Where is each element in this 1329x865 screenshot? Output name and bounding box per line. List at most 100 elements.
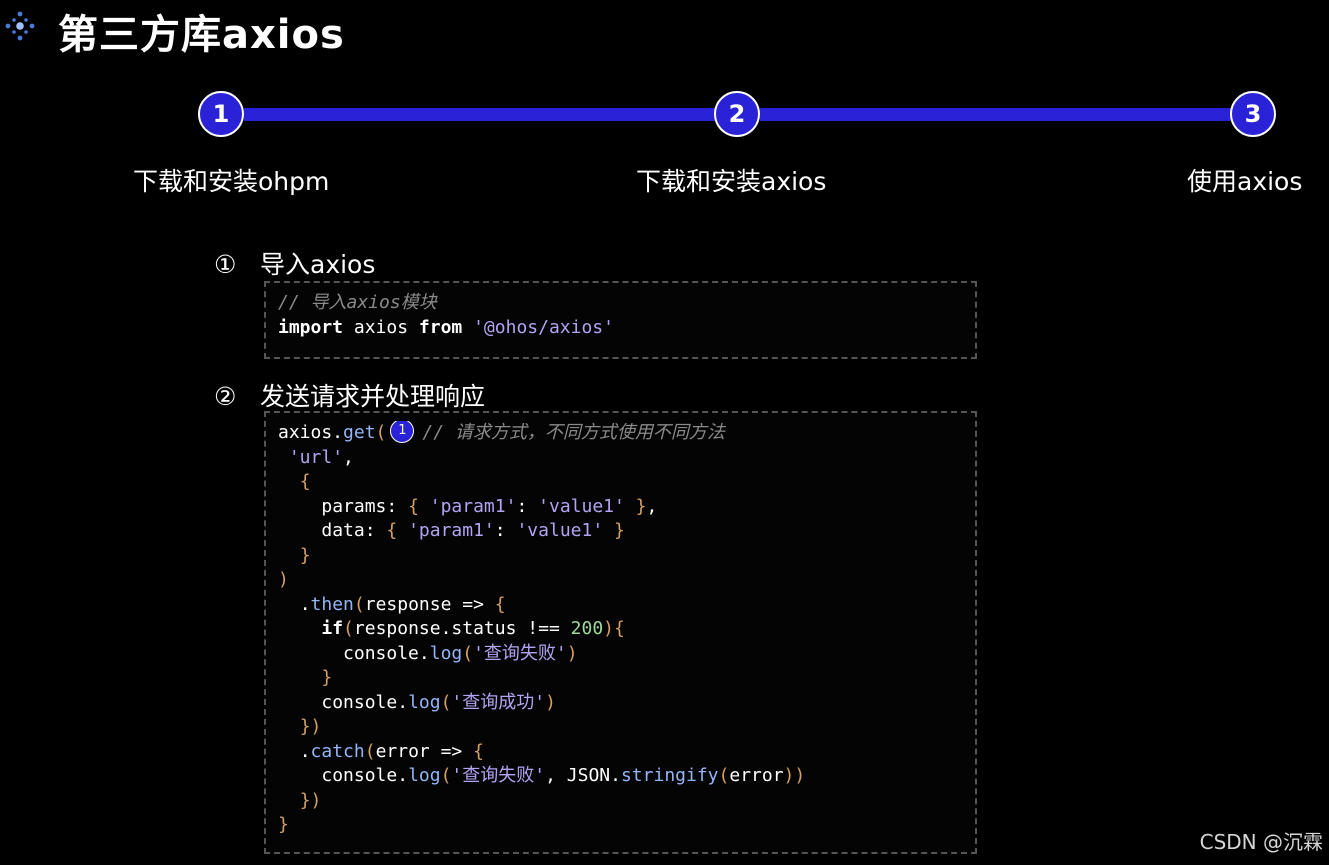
code-punct: (: [462, 642, 474, 664]
progress-line-2-3: [760, 108, 1232, 121]
page-title: 第三方库axios: [58, 12, 345, 58]
code-punct: )): [783, 765, 806, 786]
code-token: console.: [321, 765, 409, 786]
code-punct: {: [494, 593, 506, 615]
code-punct: }: [299, 544, 311, 566]
code-line: }: [278, 813, 963, 838]
code-string: '查询失败': [451, 765, 546, 786]
code-function: stringify: [620, 765, 719, 786]
code-line: .catch(error => {: [278, 740, 963, 765]
code-line: 'url',: [278, 446, 963, 471]
code-string: '@ohos/axios': [473, 316, 614, 338]
step-1-circle: 1: [198, 91, 244, 137]
code-number: 200: [570, 618, 604, 639]
code-ident: axios: [343, 316, 419, 338]
code-punct: ): [603, 618, 614, 639]
code-keyword: import: [278, 316, 344, 338]
code-function: log: [408, 765, 441, 786]
code-line: }: [278, 544, 963, 569]
code-string: 'param1': [429, 495, 517, 517]
code-line: }): [278, 715, 963, 740]
code-line: data: { 'param1': 'value1' }: [278, 519, 963, 544]
code-punct: (: [343, 618, 354, 639]
code-punct: (: [353, 593, 365, 615]
step-2-circle: 2: [714, 91, 760, 137]
code-line: params: { 'param1': 'value1' },: [278, 495, 963, 520]
step-3-circle: 3: [1230, 91, 1276, 137]
code-punct: {: [299, 471, 311, 492]
code-punct: }: [278, 814, 289, 835]
section-2-heading: ② 发送请求并处理响应: [214, 377, 485, 413]
code-token: response.status !==: [353, 618, 571, 639]
watermark: CSDN @沉霖: [1199, 830, 1323, 854]
code-string: 'value1': [516, 520, 604, 541]
code-comment: // 请求方式，不同方式使用不同方法: [422, 422, 725, 443]
step-2-label: 下载和安装axios: [636, 167, 827, 196]
code-string: '查询失败': [473, 642, 567, 664]
code-function: log: [429, 642, 463, 664]
section-1-title: 导入axios: [260, 250, 376, 279]
code-punct: (: [375, 422, 387, 443]
section-1-number: ①: [214, 250, 237, 279]
code-token: error =>: [375, 740, 474, 762]
code-punct: }): [299, 789, 322, 811]
code-line: ): [278, 568, 963, 593]
code-punct: ): [278, 569, 289, 590]
code-line: {: [278, 470, 963, 495]
code-line: }: [278, 666, 963, 691]
progress-line-1-2: [244, 108, 716, 121]
code-function: get: [343, 422, 376, 443]
code-token: response =>: [364, 593, 495, 615]
code-token: :: [494, 520, 517, 541]
code-line: console.log('查询失败', JSON.stringify(error…: [278, 764, 963, 789]
code-string: 'url': [288, 446, 344, 468]
note-badge-1: 1: [390, 421, 415, 443]
code-punct: }: [321, 667, 333, 688]
code-function: then: [310, 593, 354, 615]
code-line: console.log('查询失败'): [278, 642, 963, 667]
code-punct: ): [566, 642, 578, 664]
code-token: .: [299, 740, 311, 762]
code-token: error: [729, 765, 784, 786]
step-3-label: 使用axios: [1187, 167, 1303, 196]
code-punct: }: [624, 495, 647, 517]
section-2-number: ②: [214, 382, 237, 411]
code-punct: (: [440, 765, 452, 786]
code-block-request: axios.get(1// 请求方式，不同方式使用不同方法 'url', { p…: [264, 411, 977, 854]
code-keyword: from: [418, 316, 463, 338]
code-token: console.: [343, 642, 430, 664]
code-line: // 导入axios模块: [278, 291, 963, 316]
code-punct: (: [718, 765, 730, 786]
code-keyword: if: [321, 618, 344, 639]
code-block-import: // 导入axios模块 import axios from '@ohos/axi…: [264, 281, 977, 359]
code-punct: (: [440, 691, 452, 713]
code-string: 'value1': [538, 495, 625, 517]
code-token: ,: [343, 446, 354, 468]
code-punct: }): [299, 716, 322, 737]
step-1-label: 下载和安装ohpm: [133, 167, 330, 196]
code-punct: ): [545, 691, 556, 713]
code-punct: {: [386, 520, 409, 541]
sparkle-diamond-icon: [5, 11, 35, 41]
code-line: .then(response => {: [278, 593, 963, 618]
code-token: .: [299, 593, 311, 615]
code-punct: {: [408, 495, 430, 517]
code-line: import axios from '@ohos/axios': [278, 316, 963, 341]
code-token: ,: [646, 495, 658, 517]
code-string: 'param1': [408, 520, 495, 541]
code-token: console.: [321, 691, 409, 713]
code-function: log: [408, 691, 441, 713]
code-token: axios.: [278, 422, 344, 443]
code-token: data:: [321, 520, 387, 541]
code-line: axios.get(1 // 请求方式，不同方式使用不同方法: [278, 421, 963, 446]
code-token: params:: [321, 495, 409, 517]
section-2-title: 发送请求并处理响应: [260, 382, 486, 411]
code-function: catch: [310, 740, 365, 762]
section-1-heading: ① 导入axios: [214, 245, 375, 281]
code-line: }): [278, 789, 963, 814]
code-punct: (: [364, 740, 376, 762]
code-punct: {: [473, 740, 484, 762]
code-punct: }: [603, 520, 625, 541]
code-string: '查询成功': [451, 691, 546, 713]
code-line: console.log('查询成功'): [278, 691, 963, 716]
